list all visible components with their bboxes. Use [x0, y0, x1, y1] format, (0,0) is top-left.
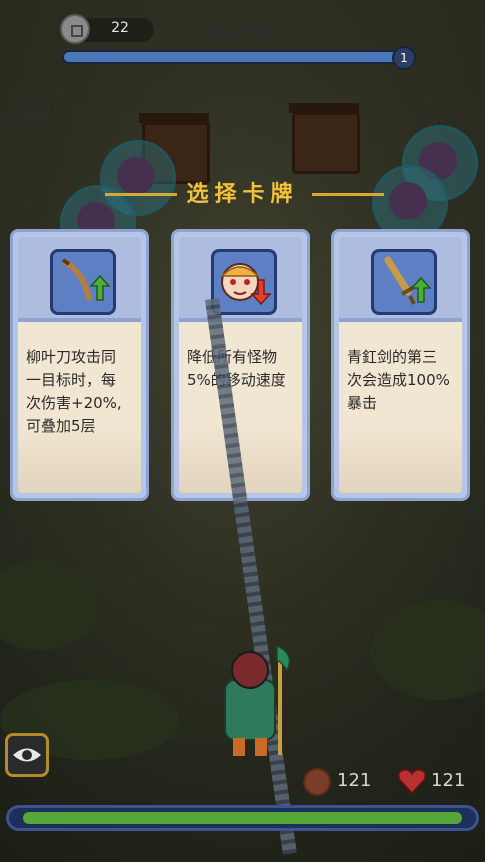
- card-landscape-decor: [339, 423, 462, 493]
- dialog-title: 选择卡牌: [186, 182, 299, 207]
- card-text-line: 5%的移动速度: [187, 371, 286, 389]
- card-description: 青釭剑的第三 次会造成100% 暴击: [347, 346, 456, 415]
- card-text-line: 暴击: [347, 394, 378, 412]
- card-text-line: 次会造成100%: [347, 371, 450, 389]
- sword-upgrade-icon: [371, 249, 437, 315]
- card-text-line: 降低所有怪物: [187, 348, 278, 366]
- card-description: 降低所有怪物 5%的移动速度: [187, 346, 296, 392]
- hero-character: [195, 640, 305, 760]
- card-landscape-decor: [18, 423, 141, 493]
- card-header: [18, 237, 141, 322]
- level-progress-fill: [64, 52, 400, 62]
- kill-count-value: 5: [80, 103, 91, 122]
- heart-icon: [398, 769, 426, 794]
- card-face: 青釭剑的第三 次会造成100% 暴击: [339, 237, 462, 493]
- saber-upgrade-icon: [50, 249, 116, 315]
- card-header: [339, 237, 462, 322]
- card-option-1[interactable]: 柳叶刀攻击同 一目标时，每 次伤害+20%, 可叠加5层: [10, 229, 149, 501]
- attack-value: 121: [337, 770, 372, 791]
- monster-slow-icon: [211, 249, 277, 315]
- title-ornament-right: [312, 193, 384, 196]
- eye-icon: [13, 748, 41, 762]
- card-text-line: 青釭剑的第三: [347, 348, 438, 366]
- health-value: 121: [431, 770, 466, 791]
- view-toggle-button[interactable]: [5, 733, 49, 777]
- health-bar-fill: [23, 812, 462, 824]
- card-header: [179, 237, 302, 322]
- card-option-3[interactable]: 青釭剑的第三 次会造成100% 暴击: [331, 229, 470, 501]
- level-progress-bar: [62, 50, 412, 64]
- level-indicator: 第2/5关: [206, 22, 279, 44]
- attack-icon: [303, 768, 331, 796]
- card-text-line: 次伤害+20%,: [26, 394, 122, 412]
- level-progress-marker: 1: [392, 46, 416, 70]
- kill-count-label: 杀敌数:: [6, 107, 60, 126]
- card-text-line: 柳叶刀攻击同: [26, 348, 117, 366]
- health-bar: [6, 805, 479, 831]
- card-text-line: 一目标时，每: [26, 371, 117, 389]
- card-face: 柳叶刀攻击同 一目标时，每 次伤害+20%, 可叠加5层: [18, 237, 141, 493]
